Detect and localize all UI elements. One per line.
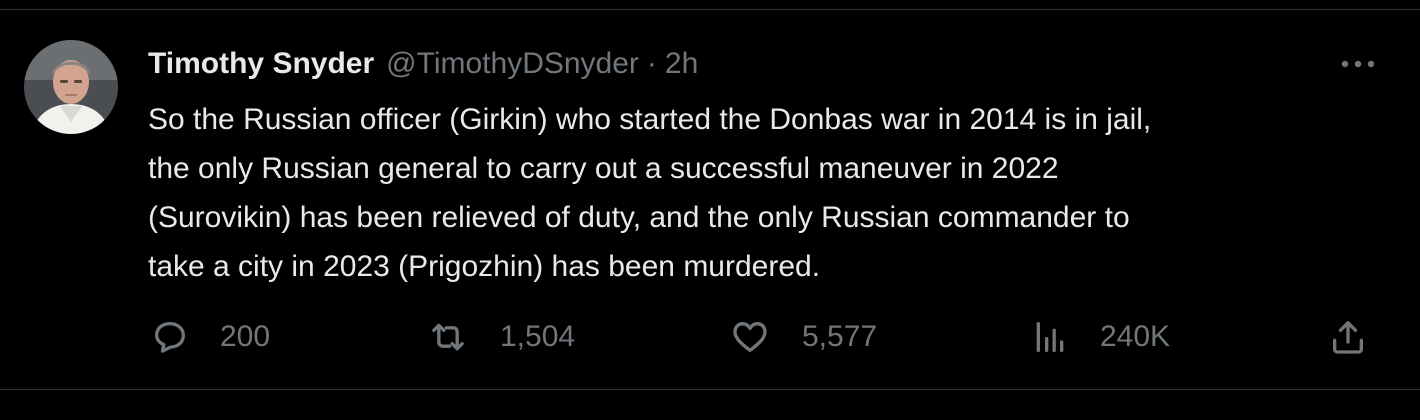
- reply-icon: [150, 317, 190, 357]
- header-separator: ·: [646, 47, 657, 80]
- retweet-icon: [428, 317, 468, 357]
- analytics-icon: [1030, 317, 1070, 357]
- share-icon: [1328, 317, 1368, 357]
- heart-icon: [730, 317, 770, 357]
- reply-button[interactable]: 200: [150, 314, 270, 360]
- tweet-text: So the Russian officer (Girkin) who star…: [148, 103, 1152, 283]
- more-options-button[interactable]: [1334, 46, 1382, 82]
- share-button[interactable]: [1328, 314, 1368, 360]
- retweet-button[interactable]: 1,504: [428, 314, 575, 360]
- top-divider: [0, 9, 1420, 10]
- retweet-count: 1,504: [500, 320, 576, 353]
- author-handle[interactable]: @TimothyDSnyder: [386, 47, 639, 81]
- like-button[interactable]: 5,577: [730, 314, 877, 360]
- avatar[interactable]: [24, 40, 118, 134]
- bottom-divider: [0, 389, 1420, 390]
- timestamp[interactable]: 2h: [665, 47, 698, 81]
- tweet-header: Timothy Snyder @TimothyDSnyder · 2h: [148, 44, 698, 84]
- reply-count: 200: [220, 320, 271, 353]
- views-count: 240K: [1100, 320, 1171, 353]
- like-count: 5,577: [802, 320, 878, 353]
- views-button[interactable]: 240K: [1030, 314, 1170, 360]
- more-dots-icon: [1341, 55, 1375, 73]
- author-name[interactable]: Timothy Snyder: [148, 47, 374, 81]
